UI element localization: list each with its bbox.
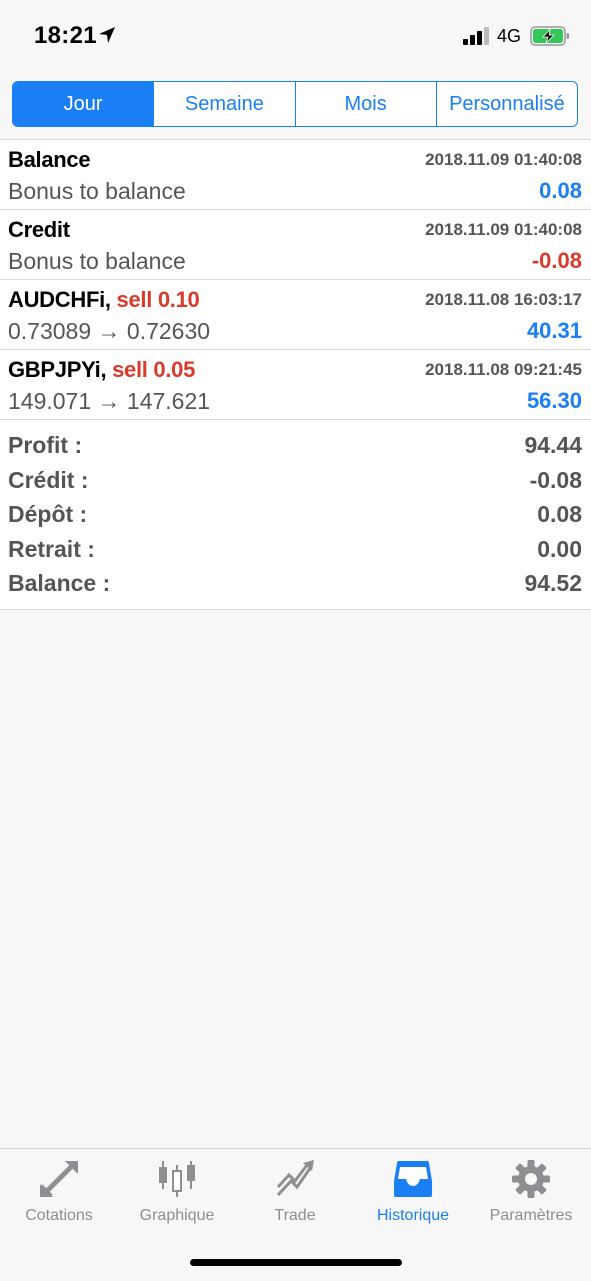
row-time: 2018.11.09 01:40:08 bbox=[425, 220, 582, 239]
segment-personnalise[interactable]: Personnalisé bbox=[435, 82, 577, 126]
row-prices: 0.73089 → 0.72630 bbox=[8, 318, 211, 344]
row-order-type: sell 0.05 bbox=[112, 357, 196, 382]
tab-label: Cotations bbox=[25, 1207, 93, 1224]
summary-label: Balance : bbox=[8, 570, 111, 596]
summary-label: Retrait : bbox=[8, 535, 95, 562]
tab-trade[interactable]: Trade bbox=[236, 1149, 354, 1239]
row-order-type: sell 0.10 bbox=[116, 287, 200, 312]
segment-semaine[interactable]: Semaine bbox=[153, 82, 294, 126]
trade-trend-icon bbox=[276, 1160, 314, 1197]
row-symbol: AUDCHFi, bbox=[8, 287, 111, 312]
tab-historique[interactable]: Historique bbox=[354, 1149, 472, 1239]
summary-row-retrait: Retrait : 0.00 bbox=[0, 532, 591, 567]
tab-label: Paramètres bbox=[489, 1207, 573, 1224]
history-row[interactable]: Credit 2018.11.09 01:40:08 Bonus to bala… bbox=[0, 210, 591, 280]
row-amount: 0.08 bbox=[539, 178, 582, 203]
row-description: Bonus to balance bbox=[8, 248, 186, 274]
row-amount: -0.08 bbox=[531, 248, 582, 273]
summary-row-depot: Dépôt : 0.08 bbox=[0, 497, 591, 532]
summary-row-balance: Balance : 94.52 bbox=[0, 566, 591, 601]
history-row[interactable]: GBPJPYi, sell 0.05 2018.11.08 09:21:45 1… bbox=[0, 350, 591, 420]
row-time: 2018.11.08 09:21:45 bbox=[425, 360, 582, 379]
quotes-arrows-icon bbox=[40, 1161, 78, 1197]
home-indicator bbox=[190, 1259, 402, 1266]
summary-value: 0.00 bbox=[537, 535, 582, 562]
status-time: 18:21 bbox=[34, 22, 97, 49]
summary-value: -0.08 bbox=[529, 466, 582, 493]
candlestick-chart-icon bbox=[159, 1161, 195, 1197]
row-title: AUDCHFi, sell 0.10 bbox=[8, 287, 200, 313]
summary-value: 0.08 bbox=[537, 501, 582, 527]
row-amount: 56.30 bbox=[526, 388, 582, 413]
history-list: Balance 2018.11.09 01:40:08 Bonus to bal… bbox=[0, 139, 591, 610]
status-bar: 18:21 4G bbox=[0, 0, 591, 72]
period-segmented-control: Jour Semaine Mois Personnalisé bbox=[12, 81, 578, 127]
row-symbol: Balance bbox=[8, 147, 91, 172]
row-description: Bonus to balance bbox=[8, 178, 186, 204]
row-symbol: GBPJPYi, bbox=[8, 357, 107, 382]
segment-jour[interactable]: Jour bbox=[13, 82, 154, 126]
summary-row-credit: Crédit : -0.08 bbox=[0, 463, 591, 498]
tab-label: Graphique bbox=[139, 1207, 215, 1224]
history-row[interactable]: Balance 2018.11.09 01:40:08 Bonus to bal… bbox=[0, 140, 591, 210]
summary-row-profit: Profit : 94.44 bbox=[0, 428, 591, 463]
row-time: 2018.11.09 01:40:08 bbox=[425, 150, 582, 169]
tab-label: Trade bbox=[274, 1207, 316, 1224]
summary-label: Crédit : bbox=[8, 466, 89, 493]
row-symbol: Credit bbox=[8, 217, 70, 242]
battery-charging-icon bbox=[530, 26, 569, 46]
cellular-signal-icon bbox=[463, 27, 489, 45]
summary-label: Dépôt : bbox=[8, 501, 88, 527]
segment-mois[interactable]: Mois bbox=[294, 82, 436, 126]
summary-section: Profit : 94.44 Crédit : -0.08 Dépôt : 0.… bbox=[0, 420, 591, 610]
row-prices: 149.071 → 147.621 bbox=[8, 388, 211, 414]
network-type: 4G bbox=[497, 26, 522, 46]
row-title: Credit bbox=[8, 217, 70, 243]
history-row[interactable]: AUDCHFi, sell 0.10 2018.11.08 16:03:17 0… bbox=[0, 280, 591, 350]
summary-label: Profit : bbox=[8, 432, 83, 458]
tab-graphique[interactable]: Graphique bbox=[118, 1149, 236, 1239]
gear-icon bbox=[512, 1160, 550, 1198]
summary-value: 94.52 bbox=[524, 570, 582, 596]
row-time: 2018.11.08 16:03:17 bbox=[425, 290, 582, 309]
row-amount: 40.31 bbox=[526, 318, 582, 343]
row-title: GBPJPYi, sell 0.05 bbox=[8, 357, 195, 383]
summary-value: 94.44 bbox=[524, 432, 582, 458]
location-arrow-icon bbox=[99, 27, 115, 43]
tab-label: Historique bbox=[376, 1207, 450, 1224]
row-title: Balance bbox=[8, 147, 91, 173]
tab-cotations[interactable]: Cotations bbox=[0, 1149, 118, 1239]
inbox-tray-icon bbox=[394, 1161, 432, 1197]
tab-parametres[interactable]: Paramètres bbox=[472, 1149, 590, 1239]
